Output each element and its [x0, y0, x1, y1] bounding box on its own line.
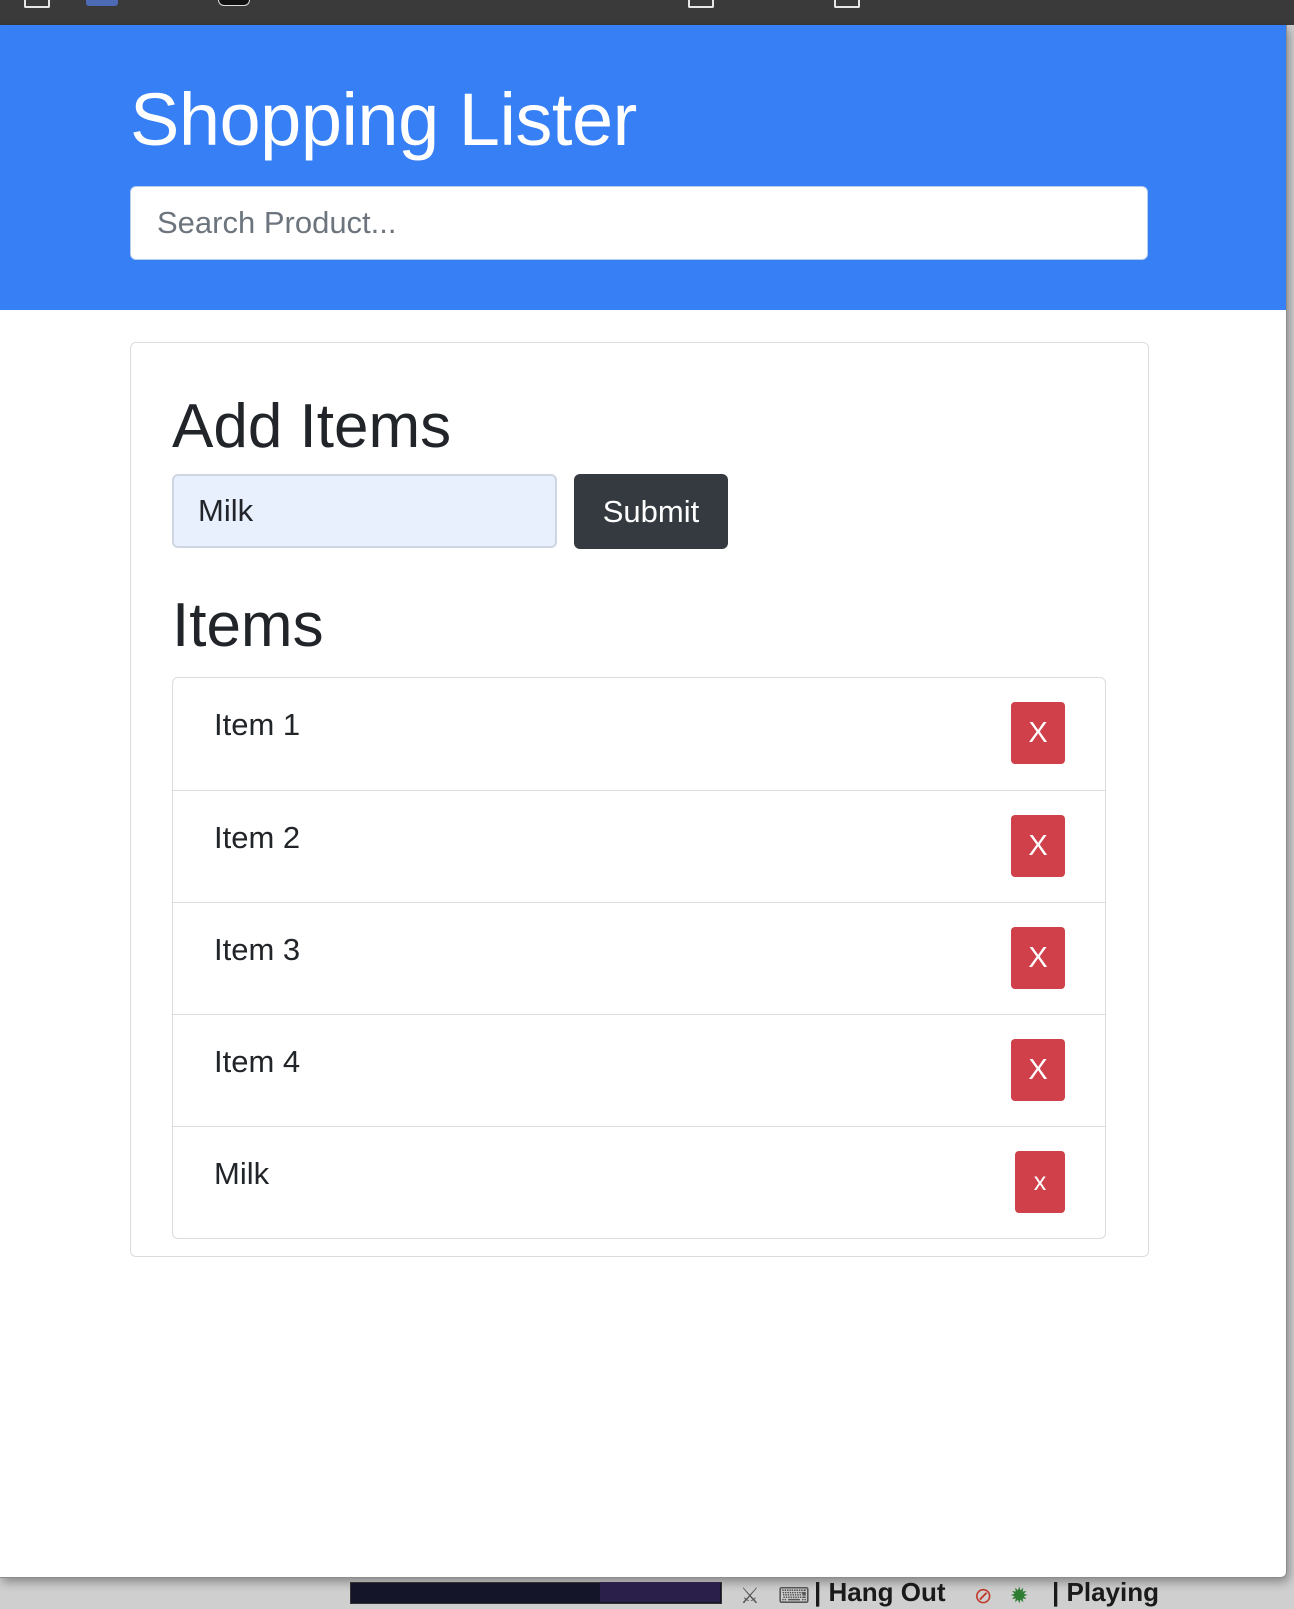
list-item: Item 4 X	[173, 1014, 1105, 1126]
virus-icon: ✹	[1010, 1583, 1029, 1608]
item-label: Milk	[214, 1156, 270, 1191]
delete-item-button[interactable]: X	[1011, 1039, 1065, 1101]
item-label: Item 3	[214, 932, 301, 967]
submit-button[interactable]: Submit	[574, 474, 728, 549]
item-label: Item 2	[214, 820, 301, 855]
item-label: Item 4	[214, 1044, 301, 1079]
search-input[interactable]	[130, 186, 1148, 260]
list-item: Milk x	[173, 1126, 1105, 1238]
page-header: Shopping Lister	[0, 25, 1286, 310]
window-thumbnail[interactable]	[600, 1582, 720, 1602]
list-item: Item 2 X	[173, 790, 1105, 902]
item-label: Item 1	[214, 707, 301, 742]
delete-item-button[interactable]: X	[1011, 702, 1065, 764]
bookmark-icon[interactable]	[218, 0, 250, 6]
item-input[interactable]	[172, 474, 557, 548]
items-heading: Items	[172, 591, 324, 660]
items-list: Item 1 X Item 2 X Item 3 X Item 4 X Milk…	[172, 677, 1106, 1239]
shopping-card: Add Items Submit Items Item 1 X Item 2 X…	[130, 342, 1149, 1257]
delete-item-button[interactable]: X	[1011, 815, 1065, 877]
bookmark-icon[interactable]	[688, 0, 714, 8]
background-windows: ⚔ ⌨ | Hang Out ⊘ ✹ | Playing	[0, 1577, 1294, 1608]
delete-item-button[interactable]: x	[1015, 1151, 1065, 1213]
prohibited-icon: ⊘	[974, 1583, 993, 1608]
delete-item-button[interactable]: X	[1011, 927, 1065, 989]
swords-icon: ⚔	[740, 1583, 760, 1608]
keyboard-icon: ⌨	[778, 1583, 810, 1608]
page-title: Shopping Lister	[130, 78, 637, 161]
list-item: Item 3 X	[173, 902, 1105, 1014]
list-item: Item 1 X	[173, 678, 1105, 790]
bookmark-icon[interactable]	[834, 0, 860, 8]
dock-text: | Hang Out	[814, 1577, 946, 1607]
facebook-bookmark-icon[interactable]	[86, 0, 118, 6]
browser-window: Shopping Lister Add Items Submit Items I…	[0, 25, 1287, 1578]
add-items-heading: Add Items	[172, 392, 452, 461]
bookmarks-bar	[0, 0, 1294, 25]
bookmark-icon[interactable]	[24, 0, 50, 8]
dock-text: | Playing	[1052, 1577, 1159, 1607]
